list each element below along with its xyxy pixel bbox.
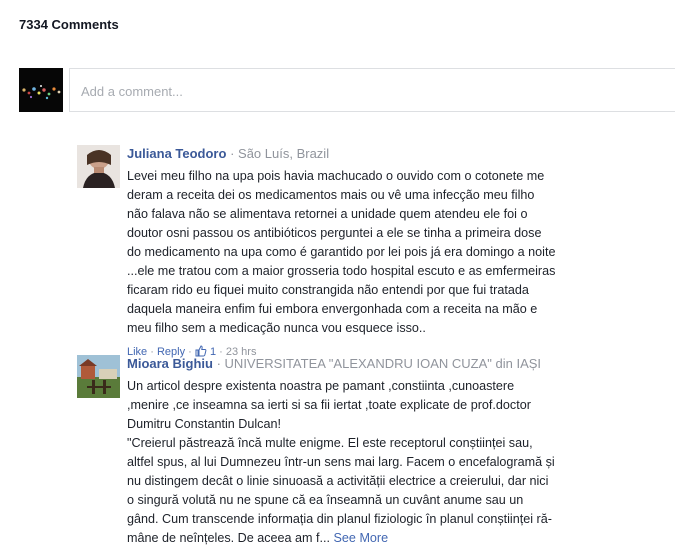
comment-text-line: doutor osni passou os antibióticos pergu… (127, 226, 542, 240)
comment-author[interactable]: Juliana Teodoro (127, 146, 226, 161)
comment-text-line: do medicamento na upa como é garantido p… (127, 245, 556, 259)
comment-text-line: ficaram rido eu fiquei muito constrangid… (127, 283, 529, 297)
comment-text: Un articol despre existenta noastra pe p… (127, 377, 647, 548)
comment-text-line: ,menire ,ce inseamna sa ierti si sa fii … (127, 398, 531, 412)
comment-input[interactable]: Add a comment... (69, 68, 675, 112)
commenter-avatar[interactable] (77, 355, 120, 398)
commenter-avatar[interactable] (77, 145, 120, 188)
current-user-avatar (19, 68, 63, 112)
comment-text-line: Levei meu filho na upa pois havia machuc… (127, 169, 545, 183)
comment-text-line: ...ele me tratou com a maior grosseria t… (127, 264, 556, 278)
comment-text-line: não falava não se alimentava retornei a … (127, 207, 528, 221)
comment-author-affiliation[interactable]: UNIVERSITATEA "ALEXANDRU IOAN CUZA" din … (225, 356, 542, 371)
comment-text-line: daquela maneira enfim fui embora envergo… (127, 302, 538, 316)
comment-text-line: altfel spus, al lui Dumnezeu într-un sen… (127, 455, 555, 469)
separator-dot: · (230, 146, 235, 161)
comment-text-line: Un articol despre existenta noastra pe p… (127, 379, 515, 393)
separator-dot: · (216, 356, 221, 371)
comment-author-location[interactable]: São Luís, Brazil (238, 146, 329, 161)
comment-text-line: mâne de neînțeles. De aceea am f... See … (127, 529, 647, 548)
comment-text-line: Dumitru Constantin Dulcan! (127, 417, 281, 431)
comment-text-line: gând. Cum transcende informația din plan… (127, 512, 552, 526)
comment-count: 7334 Comments (19, 17, 119, 32)
comment-author[interactable]: Mioara Bighiu (127, 356, 213, 371)
comment-text: Levei meu filho na upa pois havia machuc… (127, 167, 647, 338)
comment-text-line: nu distingem decât o linie sinuoasă a ac… (127, 474, 549, 488)
comment-text-line: "Creierul păstrează încă multe enigme. E… (127, 436, 533, 450)
comment-text-line: meu filho sem a medicação nunca vou esqu… (127, 321, 426, 335)
comment-composer: Add a comment... (19, 68, 675, 112)
comment-text-line: deram a receita dei os medicamentos mais… (127, 188, 535, 202)
see-more-link[interactable]: See More (334, 531, 389, 545)
comment-text-truncated: mâne de neînțeles. De aceea am f... (127, 531, 331, 545)
comment-text-line: o singură volută nu ne spune că ea însea… (127, 493, 524, 507)
